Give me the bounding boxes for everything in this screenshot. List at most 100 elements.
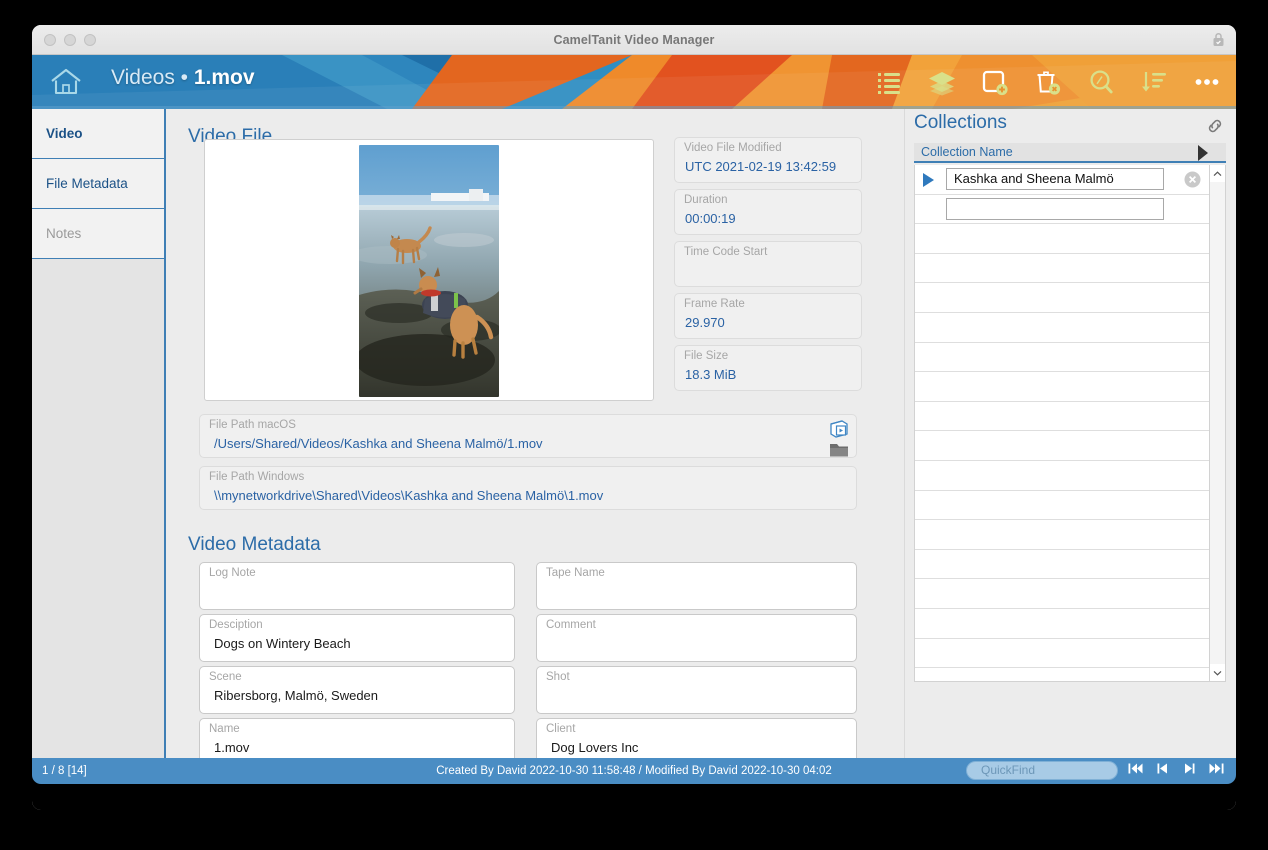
field-shot[interactable]: Shot (536, 666, 857, 714)
field-value: 18.3 MiB (685, 367, 737, 382)
breadcrumb: Videos • 1.mov (111, 66, 255, 90)
field-label: Desciption (209, 619, 263, 631)
list-view-icon[interactable] (874, 67, 904, 97)
last-record-button[interactable] (1209, 762, 1224, 775)
field-label: Shot (546, 671, 570, 683)
table-row[interactable] (915, 639, 1209, 669)
breadcrumb-record: 1.mov (193, 66, 255, 89)
field-value: UTC 2021-02-19 13:42:59 (685, 159, 837, 174)
table-row[interactable] (915, 461, 1209, 491)
scroll-down-button[interactable] (1210, 664, 1225, 681)
sidebar-item-notes[interactable]: Notes (32, 209, 164, 259)
field-label: Name (209, 723, 240, 735)
field-name[interactable]: Name 1.mov (199, 718, 515, 758)
main-pane: Video File Video File Modified UTC 2021-… (166, 109, 904, 758)
table-row[interactable] (915, 254, 1209, 284)
field-value: Dogs on Wintery Beach (214, 636, 351, 651)
status-bar: 1 / 8 [14] Created By David 2022-10-30 1… (32, 758, 1236, 810)
field-time-code-start[interactable]: Time Code Start (674, 241, 862, 287)
table-row[interactable] (915, 224, 1209, 254)
table-row[interactable] (915, 550, 1209, 580)
field-frame-rate[interactable]: Frame Rate 29.970 (674, 293, 862, 339)
new-record-icon[interactable] (980, 67, 1010, 97)
table-row[interactable] (915, 402, 1209, 432)
window-title: CamelTanit Video Manager (553, 32, 715, 47)
field-label: Scene (209, 671, 242, 683)
collection-name-input[interactable] (946, 197, 1164, 220)
field-label: Tape Name (546, 567, 605, 579)
record-navigation (1128, 762, 1224, 775)
lock-icon[interactable] (1212, 32, 1225, 47)
link-icon[interactable] (1206, 117, 1224, 135)
sidebar: Video File Metadata Notes (32, 109, 166, 758)
video-metadata-heading: Video Metadata (188, 534, 321, 555)
field-duration[interactable]: Duration 00:00:19 (674, 189, 862, 235)
field-value: \\mynetworkdrive\Shared\Videos\Kashka an… (214, 488, 604, 503)
table-row[interactable]: Kashka and Sheena Malmö (915, 165, 1209, 195)
previous-record-button[interactable] (1155, 762, 1170, 775)
field-value: 29.970 (685, 315, 725, 330)
field-value: Ribersborg, Malmö, Sweden (214, 688, 379, 703)
field-value: 00:00:19 (685, 211, 736, 226)
first-record-button[interactable] (1128, 762, 1143, 775)
collection-name-input[interactable]: Kashka and Sheena Malmö (946, 168, 1164, 190)
sidebar-item-label: Notes (46, 226, 82, 241)
sort-icon[interactable] (1139, 67, 1169, 97)
sidebar-item-video[interactable]: Video (32, 109, 164, 159)
field-comment[interactable]: Comment (536, 614, 857, 662)
delete-record-icon[interactable] (1033, 67, 1063, 97)
table-row[interactable] (915, 372, 1209, 402)
field-file-path-macos[interactable]: File Path macOS /Users/Shared/Videos/Kas… (199, 414, 857, 458)
search-icon[interactable] (1086, 67, 1116, 97)
next-record-button[interactable] (1182, 762, 1197, 775)
collections-heading: Collections (914, 112, 1007, 133)
breadcrumb-separator: • (174, 66, 194, 89)
table-row[interactable] (915, 343, 1209, 373)
field-label: Comment (546, 619, 596, 631)
field-label: Video File Modified (684, 142, 782, 154)
field-file-path-windows[interactable]: File Path Windows \\mynetworkdrive\Share… (199, 466, 857, 510)
table-row[interactable] (915, 579, 1209, 609)
field-label: Client (546, 723, 576, 735)
title-bar: CamelTanit Video Manager (32, 25, 1236, 55)
field-label: Duration (684, 194, 728, 206)
field-file-size[interactable]: File Size 18.3 MiB (674, 345, 862, 391)
more-icon[interactable] (1192, 67, 1222, 97)
sidebar-item-label: Video (46, 126, 83, 141)
chevron-down-icon (1213, 670, 1222, 676)
field-label: File Path macOS (209, 419, 296, 431)
sidebar-item-file-metadata[interactable]: File Metadata (32, 159, 164, 209)
field-scene[interactable]: Scene Ribersborg, Malmö, Sweden (199, 666, 515, 714)
table-row[interactable] (915, 195, 1209, 225)
table-row[interactable] (915, 520, 1209, 550)
field-log-note[interactable]: Log Note (199, 562, 515, 610)
home-icon[interactable] (48, 65, 84, 99)
quickfind-input[interactable]: QuickFind (966, 761, 1118, 780)
table-row[interactable] (915, 431, 1209, 461)
field-client[interactable]: Client Dog Lovers Inc (536, 718, 857, 758)
app-window: CamelTanit Video Manager Videos • 1.mov … (32, 25, 1236, 810)
column-header-label: Collection Name (921, 145, 1013, 159)
video-thumbnail[interactable] (359, 145, 499, 397)
collections-column-header[interactable]: Collection Name (914, 143, 1226, 163)
table-row[interactable] (915, 283, 1209, 313)
field-video-file-modified[interactable]: Video File Modified UTC 2021-02-19 13:42… (674, 137, 862, 183)
row-expand-icon[interactable] (923, 173, 934, 187)
collections-scrollbar[interactable] (1209, 165, 1226, 682)
field-label: Time Code Start (684, 246, 768, 258)
table-row[interactable] (915, 313, 1209, 343)
field-label: Log Note (209, 567, 256, 579)
scroll-up-button[interactable] (1210, 165, 1225, 182)
table-row[interactable] (915, 609, 1209, 639)
table-row[interactable] (915, 491, 1209, 521)
collections-list[interactable]: Kashka and Sheena Malmö (914, 165, 1210, 682)
field-description[interactable]: Desciption Dogs on Wintery Beach (199, 614, 515, 662)
field-label: Frame Rate (684, 298, 745, 310)
layers-icon[interactable] (927, 67, 957, 97)
path-action-icons[interactable] (828, 418, 850, 458)
delete-collection-icon[interactable] (1184, 171, 1201, 188)
play-arrow-icon[interactable] (1198, 145, 1208, 161)
breadcrumb-layout: Videos (111, 66, 175, 89)
table-row[interactable] (915, 668, 1209, 681)
field-tape-name[interactable]: Tape Name (536, 562, 857, 610)
